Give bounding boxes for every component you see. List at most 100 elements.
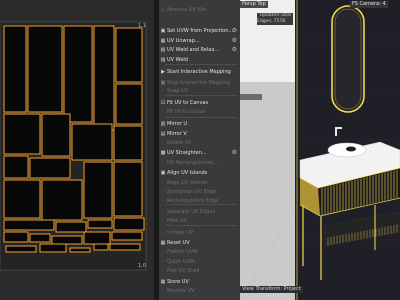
- uv-editor-panel[interactable]: 1,1 1,0: [0, 0, 156, 300]
- menu-separator: [165, 95, 237, 96]
- menu-item-2[interactable]: ▦ UV Unwrap... ⚙: [159, 36, 240, 45]
- uv-island[interactable]: [3, 25, 27, 113]
- snap-uv-icon: ·: [162, 87, 164, 94]
- uv-island[interactable]: [51, 235, 83, 245]
- menu-item-11[interactable]: ▤ Mirror V: [159, 129, 240, 138]
- menu-item-label: Flatten UVW: [167, 248, 199, 255]
- gear-icon[interactable]: ⚙: [232, 149, 237, 156]
- menu-item-0[interactable]: ▫ Remove UV Kits: [159, 5, 240, 14]
- viewport-stats-panel: Updated Total Edges: 7578: [257, 13, 293, 25]
- uv-island[interactable]: [87, 219, 113, 229]
- uv-island[interactable]: [83, 161, 113, 219]
- uv-island[interactable]: [41, 113, 71, 157]
- uv-island[interactable]: [5, 245, 37, 253]
- mirror-v-icon: ▤: [160, 130, 166, 137]
- quick-uvw-icon: ·: [162, 258, 164, 265]
- rectangularize-icon: ·: [162, 159, 164, 166]
- menu-item-1[interactable]: ▣ Set UVW from Projection... ⚙: [159, 26, 240, 35]
- menu-item-9[interactable]: · Fit UV to Cursor: [159, 107, 240, 116]
- uv-island[interactable]: [3, 231, 29, 243]
- menu-item-13[interactable]: ▩ UV Straighten... ⚙: [159, 148, 240, 157]
- menu-item-24[interactable]: · Quick UVW: [159, 257, 240, 266]
- uv-island[interactable]: [111, 231, 143, 241]
- gear-icon[interactable]: ⚙: [232, 27, 237, 34]
- store-uv-icon: ▦: [160, 278, 166, 285]
- uv-island[interactable]: [3, 113, 41, 155]
- menu-item-label: Remove UV Kits: [167, 6, 207, 13]
- uv-coord-top-right: 1,1: [138, 23, 146, 29]
- uv-island[interactable]: [63, 25, 93, 123]
- menu-item-label: UV Weld: [167, 56, 188, 63]
- menu-separator: [165, 225, 237, 226]
- viewport-camera-label[interactable]: FS Camera: 4: [350, 1, 388, 8]
- weld-icon: ▨: [160, 56, 166, 63]
- gear-icon[interactable]: ⚙: [232, 37, 237, 44]
- uv-island[interactable]: [55, 221, 87, 233]
- menu-item-label: UV Weld and Relax...: [167, 46, 220, 53]
- uv-island[interactable]: [115, 27, 143, 83]
- play-icon: ▶: [161, 68, 165, 75]
- uv-island[interactable]: [27, 25, 63, 113]
- menu-item-10[interactable]: ▥ Mirror U: [159, 119, 240, 128]
- menu-item-label: Stop Interactive Mapping: [167, 79, 230, 86]
- menu-item-label: Fit UV to Canvas: [167, 99, 209, 106]
- 3d-viewport[interactable]: Persp Top FS Camera: 4 Updated Total Edg…: [240, 0, 400, 300]
- uv-island[interactable]: [29, 157, 71, 179]
- uv-island[interactable]: [3, 155, 29, 179]
- remove-kits-icon: ▫: [161, 6, 165, 13]
- uv-island[interactable]: [69, 247, 91, 253]
- menu-item-label: Store UV: [167, 278, 189, 285]
- uv-island[interactable]: [115, 83, 143, 125]
- menu-item-14[interactable]: · UV Rectangularize...: [159, 158, 240, 167]
- menu-item-5[interactable]: ▶ Start Interactive Mapping: [159, 67, 240, 76]
- uv-island[interactable]: [39, 243, 67, 253]
- menu-item-21[interactable]: · Unhide UV: [159, 228, 240, 237]
- menu-separator: [165, 117, 237, 118]
- menu-item-22[interactable]: ▦ Reset UV: [159, 238, 240, 247]
- uv-island[interactable]: [29, 233, 51, 243]
- menu-item-label: Straighten UV Edge: [167, 188, 217, 195]
- uv-island[interactable]: [41, 179, 83, 221]
- uv-context-menu: ▫ Remove UV Kits ▣ Set UVW from Projection.…: [159, 0, 240, 300]
- uv-island[interactable]: [71, 123, 113, 161]
- menu-item-12[interactable]: · Rotate 90: [159, 138, 240, 147]
- projection-icon: ▣: [160, 27, 166, 34]
- mirror: [331, 5, 365, 113]
- gear-icon[interactable]: ⚙: [232, 46, 237, 53]
- menu-item-25[interactable]: · Pick UV Shell: [159, 266, 240, 275]
- uv-island[interactable]: [113, 217, 145, 231]
- menu-item-label: Rotate 90: [167, 139, 192, 146]
- menu-item-3[interactable]: ▧ UV Weld and Relax... ⚙: [159, 45, 240, 54]
- menu-item-label: UV Unwrap...: [167, 37, 200, 44]
- uv-island[interactable]: [109, 243, 141, 251]
- menu-item-26[interactable]: ▦ Store UV: [159, 277, 240, 286]
- uv-island[interactable]: [113, 161, 143, 217]
- uv-island[interactable]: [93, 25, 115, 131]
- menu-item-27[interactable]: · Restore UV: [159, 286, 240, 295]
- hide-uv-icon: ·: [162, 217, 164, 224]
- menu-item-20[interactable]: · Hide UV: [159, 216, 240, 225]
- viewport-view-label[interactable]: Persp Top: [240, 1, 268, 8]
- menu-item-15[interactable]: ▣ Align UV Islands: [159, 168, 240, 177]
- uv-island[interactable]: [83, 231, 111, 245]
- uv-island-canvas[interactable]: [0, 0, 156, 300]
- menu-item-18[interactable]: · Rectangularize Edge: [159, 196, 240, 205]
- uv-island[interactable]: [3, 179, 41, 219]
- straighten-icon: ▩: [160, 149, 166, 156]
- menu-item-8[interactable]: ⊡ Fit UV to Canvas: [159, 98, 240, 107]
- uv-island[interactable]: [3, 219, 55, 231]
- reset-uv-icon: ▦: [160, 239, 166, 246]
- menu-item-23[interactable]: · Flatten UVW: [159, 247, 240, 256]
- menu-item-7[interactable]: · Snap UV: [159, 86, 240, 95]
- uv-island[interactable]: [93, 243, 109, 251]
- menu-item-17[interactable]: · Straighten UV Edge: [159, 187, 240, 196]
- menu-item-16[interactable]: · Align UV Islands: [159, 178, 240, 187]
- rotate-icon: ·: [162, 139, 164, 146]
- pick-shell-icon: ·: [162, 267, 164, 274]
- menu-item-4[interactable]: ▨ UV Weld: [159, 55, 240, 64]
- stats-line-2: Edges: 7578: [257, 19, 286, 24]
- menu-item-19[interactable]: · Separate UV Edges: [159, 207, 240, 216]
- uv-island[interactable]: [113, 125, 143, 161]
- mirror-u-icon: ▥: [160, 120, 166, 127]
- menu-item-label: Pick UV Shell: [167, 267, 200, 274]
